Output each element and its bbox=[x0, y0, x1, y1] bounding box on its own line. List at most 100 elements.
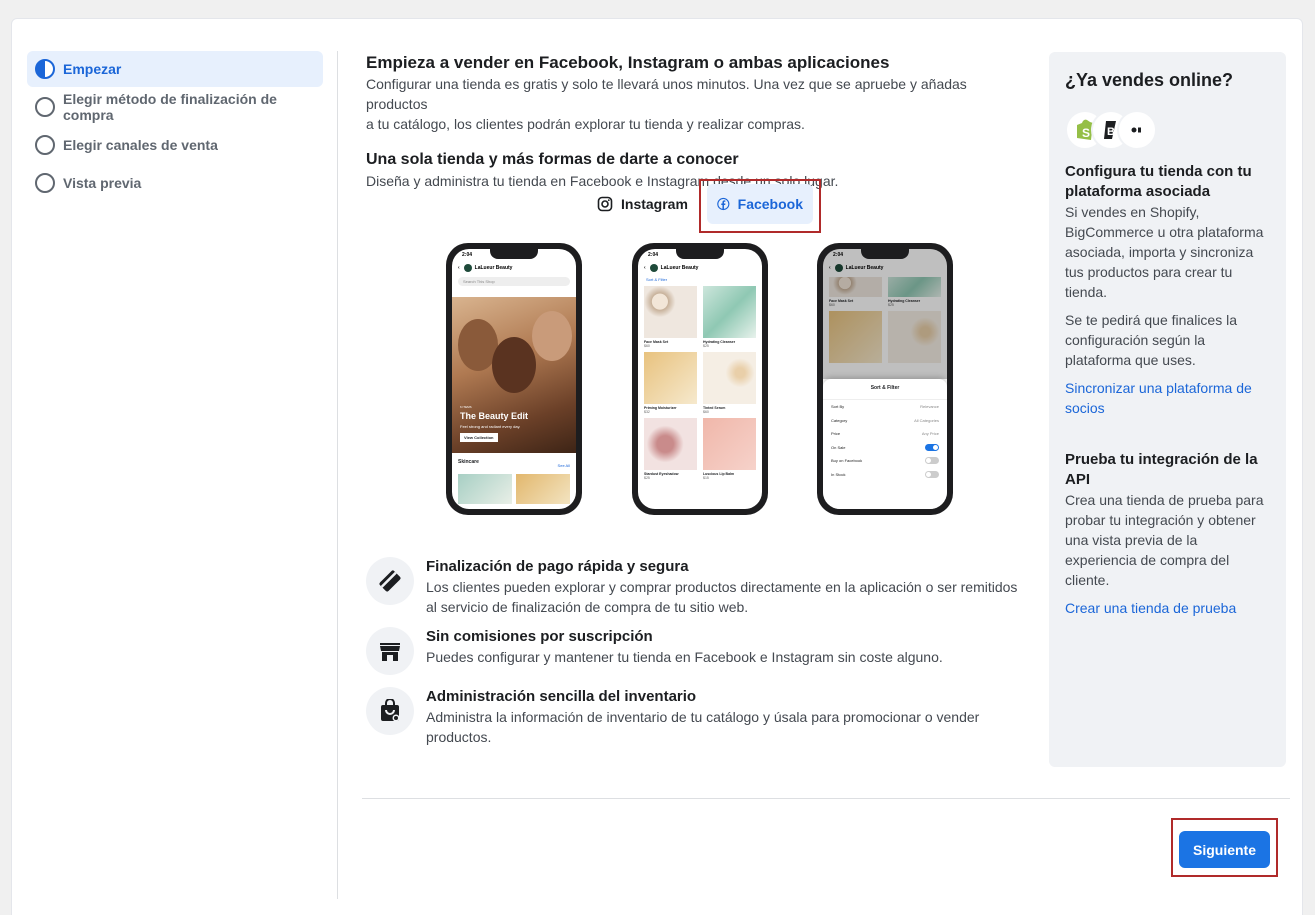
tab-label: Instagram bbox=[621, 196, 688, 212]
collection-title: Skincare bbox=[458, 459, 479, 465]
intro-text-line-2: a tu catálogo, los clientes podrán explo… bbox=[366, 116, 805, 132]
hero-figure bbox=[532, 311, 572, 361]
hero-item-count: 6 ITEMS bbox=[460, 405, 472, 409]
feature-title: Administración sencilla del inventario bbox=[426, 688, 697, 705]
feature-desc: Administra la información de inventario … bbox=[426, 709, 980, 725]
phone-screen: 2:04 ‹ LaLueur Beauty Sort & Filter Face … bbox=[638, 249, 762, 509]
svg-text:S: S bbox=[1082, 126, 1090, 140]
product-card: Priming Moisturizer $32 bbox=[644, 352, 697, 414]
toggle-off bbox=[925, 457, 939, 465]
phone-mockup-product-grid: 2:04 ‹ LaLueur Beauty Sort & Filter Face … bbox=[632, 243, 768, 515]
step-empezar[interactable]: Empezar bbox=[27, 51, 323, 87]
phone-mockup-shop-home: 2:04 ‹ LaLueur Beauty Search This Shop 6 … bbox=[446, 243, 582, 515]
tab-label: Facebook bbox=[737, 196, 803, 212]
phone-notch bbox=[861, 249, 909, 259]
facebook-icon bbox=[717, 197, 730, 211]
brand-logo bbox=[463, 264, 472, 272]
step-sales-channels[interactable]: Elegir canales de venta bbox=[27, 127, 323, 163]
next-button[interactable]: Siguiente bbox=[1179, 831, 1270, 868]
partner-logos: S B bbox=[1065, 110, 1270, 150]
step-label: Vista previa bbox=[63, 175, 142, 191]
storefront-icon bbox=[366, 627, 414, 675]
empty-circle-icon bbox=[35, 173, 55, 193]
feature-desc: productos. bbox=[426, 729, 492, 745]
page-title: Empieza a vender en Facebook, Instagram … bbox=[366, 53, 890, 72]
sheet-title: Sort & Filter bbox=[823, 379, 947, 400]
feature-inventory: Administración sencilla del inventario A… bbox=[366, 687, 1031, 747]
sheet-row: In Stock bbox=[823, 468, 947, 482]
hero-image: 6 ITEMS The Beauty Edit Feel strong and … bbox=[452, 297, 576, 453]
partner-logo-icon bbox=[1117, 110, 1157, 150]
phone-app-bar: ‹ LaLueur Beauty bbox=[644, 264, 699, 272]
phone-mockup-sort-filter: 2:04 ‹ LaLueur Beauty Face Mask Set $60 Hy… bbox=[817, 243, 953, 515]
brand-name: LaLueur Beauty bbox=[474, 265, 513, 271]
product-thumbnail bbox=[458, 474, 512, 504]
sheet-row: Price Any Price bbox=[831, 431, 939, 437]
tab-facebook[interactable]: Facebook bbox=[707, 184, 813, 224]
feature-fast-checkout: Finalización de pago rápida y segura Los… bbox=[366, 557, 1031, 617]
product-grid: Face Mask Set $60 Hydrating Cleanser $25 P… bbox=[638, 284, 762, 482]
sheet-row: Buy on Facebook bbox=[823, 454, 947, 468]
product-card: Face Mask Set $60 bbox=[644, 286, 697, 348]
hero-subtitle: Feel strong and radiant every day. bbox=[460, 424, 521, 429]
feature-desc: Los clientes pueden explorar y comprar p… bbox=[426, 579, 1018, 595]
hero-title: The Beauty Edit bbox=[460, 411, 529, 421]
sheet-row: Sort By Relevance bbox=[831, 404, 939, 410]
empty-circle-icon bbox=[35, 135, 55, 155]
create-test-shop-link[interactable]: Crear una tienda de prueba bbox=[1065, 598, 1270, 618]
api-description: Crea una tienda de prueba para probar tu… bbox=[1065, 492, 1264, 588]
feature-no-fees: Sin comisiones por suscripción Puedes co… bbox=[366, 627, 1031, 675]
sync-partner-link[interactable]: Sincronizar una plataforma de socios bbox=[1065, 378, 1270, 418]
panel-heading: ¿Ya vendes online? bbox=[1065, 70, 1234, 90]
partner-description: Si vendes en Shopify, BigCommerce u otra… bbox=[1065, 204, 1264, 300]
sort-filter-sheet: Sort & Filter Sort By Relevance Category A… bbox=[823, 379, 947, 509]
hero-figure bbox=[492, 337, 536, 393]
phone-screen: 2:04 ‹ LaLueur Beauty Search This Shop 6 … bbox=[452, 249, 576, 509]
steps-sidebar: Empezar Elegir método de finalización de… bbox=[27, 51, 323, 203]
screen-overlay bbox=[823, 249, 947, 379]
product-card: Stardust Eyeshadow $25 bbox=[644, 418, 697, 480]
step-preview[interactable]: Vista previa bbox=[27, 165, 323, 201]
phone-notch bbox=[490, 249, 538, 259]
sidebar-divider bbox=[337, 51, 338, 899]
inventory-bag-icon bbox=[366, 687, 414, 735]
hero-button: View Collection bbox=[460, 433, 498, 442]
brand-name: LaLueur Beauty bbox=[660, 265, 699, 271]
sheet-row: On Sale bbox=[823, 441, 947, 455]
section-subtitle: Una sola tienda y más formas de darte a … bbox=[366, 151, 739, 168]
step-label: Empezar bbox=[63, 61, 122, 77]
sheet-row: Category All Categories bbox=[831, 417, 939, 423]
phone-screen: 2:04 ‹ LaLueur Beauty Face Mask Set $60 Hy… bbox=[823, 249, 947, 509]
phone-search-field: Search This Shop bbox=[458, 277, 570, 286]
step-label: Elegir canales de venta bbox=[63, 137, 218, 153]
feature-title: Sin comisiones por suscripción bbox=[426, 628, 653, 645]
step-label: Elegir método de finalización de compra bbox=[63, 91, 277, 123]
toggle-off bbox=[925, 470, 939, 478]
feature-desc: Puedes configurar y mantener tu tienda e… bbox=[426, 649, 943, 665]
step-checkout-method[interactable]: Elegir método de finalización de compra bbox=[27, 89, 323, 125]
phone-notch bbox=[676, 249, 724, 259]
feature-title: Finalización de pago rápida y segura bbox=[426, 558, 689, 575]
toggle-on bbox=[925, 443, 939, 451]
tab-instagram[interactable]: Instagram bbox=[589, 184, 696, 224]
svg-text:B: B bbox=[1107, 126, 1115, 138]
phone-app-bar: ‹ LaLueur Beauty bbox=[458, 264, 513, 272]
empty-circle-icon bbox=[35, 97, 55, 117]
half-circle-progress-icon bbox=[35, 59, 55, 79]
product-card: Hydrating Cleanser $25 bbox=[703, 286, 756, 348]
main-intro: Empieza a vender en Facebook, Instagram … bbox=[366, 52, 1031, 191]
sort-filter-link: Sort & Filter bbox=[646, 277, 668, 282]
partner-title: Configura tu tienda con tu plataforma as… bbox=[1065, 163, 1252, 200]
already-selling-panel: ¿Ya vendes online? S B Configura tu tien… bbox=[1049, 52, 1286, 767]
footer-divider bbox=[362, 798, 1290, 799]
instagram-icon bbox=[597, 196, 613, 212]
payment-card-icon bbox=[366, 557, 414, 605]
api-title: Prueba tu integración de la API bbox=[1065, 451, 1258, 488]
see-all-link: See All bbox=[557, 463, 570, 468]
product-card: Luscious Lip Balm $15 bbox=[703, 418, 756, 480]
product-card: Tinted Serum $60 bbox=[703, 352, 756, 414]
brand-logo bbox=[649, 264, 658, 272]
feature-desc: al servicio de finalización de compra de… bbox=[426, 599, 749, 615]
product-thumbnail bbox=[516, 474, 570, 504]
intro-text-line-1: Configurar una tienda es gratis y solo t… bbox=[366, 76, 967, 112]
